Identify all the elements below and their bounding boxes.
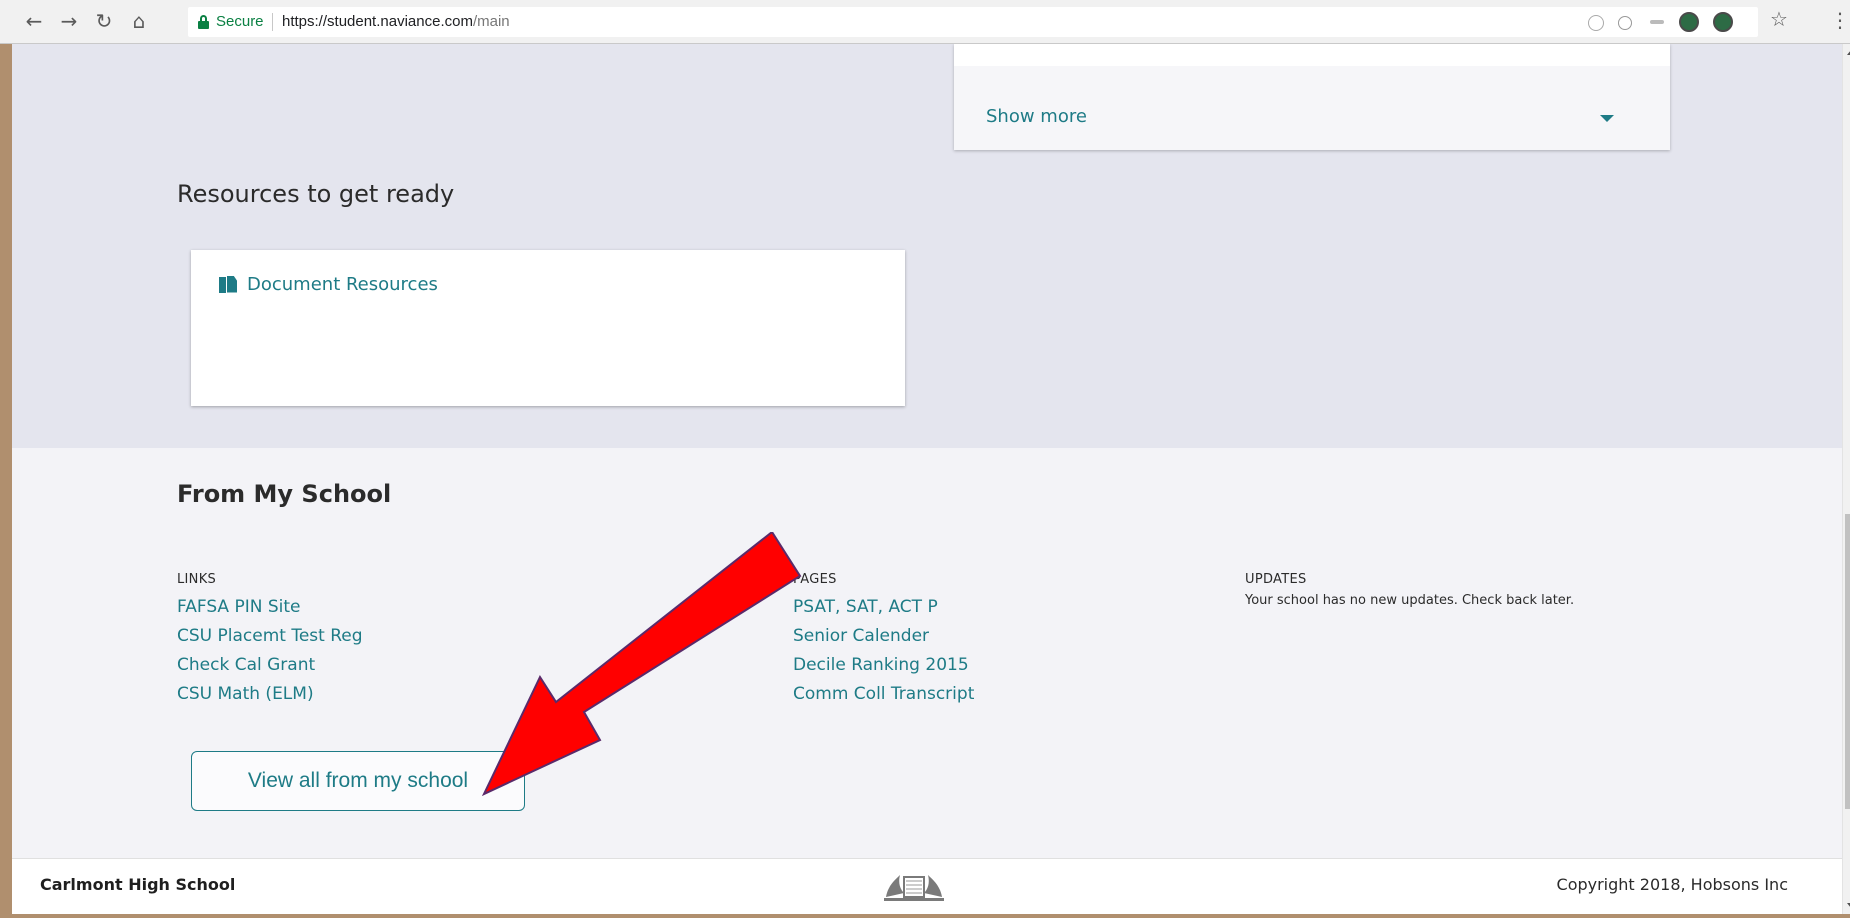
from-school-heading: From My School: [177, 480, 392, 508]
links-title: LINKS: [177, 572, 217, 587]
browser-toolbar: ← → ↻ ⌂ Secure https://student.naviance.…: [0, 0, 1850, 44]
reload-icon[interactable]: ↻: [92, 9, 116, 33]
page-item[interactable]: Decile Ranking 2015: [793, 651, 974, 680]
lock-icon: [198, 15, 209, 29]
back-icon[interactable]: ←: [22, 9, 46, 33]
main-section: Show more Resources to get ready Documen…: [12, 44, 1842, 448]
planner-card: Show more: [954, 44, 1670, 150]
forward-icon[interactable]: →: [57, 9, 81, 33]
document-resources-link[interactable]: Document Resources: [219, 274, 438, 295]
page-item[interactable]: PSAT, SAT, ACT P: [793, 593, 974, 622]
resources-card: Document Resources: [191, 250, 905, 406]
url-text[interactable]: https://student.naviance.com/main: [282, 13, 510, 30]
star-icon[interactable]: ☆: [1770, 7, 1788, 31]
omnibox-divider: [272, 13, 273, 31]
chevron-down-icon[interactable]: [1600, 115, 1614, 122]
footer-school-name: Carlmont High School: [40, 875, 236, 894]
page-item[interactable]: Senior Calender: [793, 622, 974, 651]
extension-dots-icon[interactable]: [1650, 20, 1664, 24]
extension-clock-icon[interactable]: [1588, 15, 1604, 31]
pages-column: PAGES PSAT, SAT, ACT P Senior Calender D…: [793, 572, 974, 709]
links-column: LINKS FAFSA PIN Site CSU Placemt Test Re…: [177, 572, 363, 709]
updates-title: UPDATES: [1245, 572, 1307, 587]
extension-circle-icon[interactable]: [1618, 16, 1632, 30]
document-resources-label: Document Resources: [247, 274, 438, 295]
page-scrollbar[interactable]: [1842, 44, 1850, 914]
menu-icon[interactable]: ⋮: [1830, 8, 1850, 32]
card-top-strip: [954, 44, 1670, 66]
lastpass-alt-icon[interactable]: [1713, 12, 1733, 32]
page-footer: Carlmont High School Copyright 2018, Hob…: [12, 858, 1842, 914]
scroll-thumb[interactable]: [1845, 514, 1850, 809]
page-item[interactable]: Comm Coll Transcript: [793, 680, 974, 709]
pages-title: PAGES: [793, 572, 837, 587]
secure-label: Secure: [216, 13, 264, 30]
annotation-arrow-icon: [481, 532, 802, 797]
address-bar[interactable]: Secure https://student.naviance.com/main: [188, 7, 1758, 37]
page-viewport: Show more Resources to get ready Documen…: [12, 44, 1850, 914]
footer-copyright: Copyright 2018, Hobsons Inc: [1556, 875, 1788, 894]
document-icon: [219, 275, 237, 294]
resources-heading: Resources to get ready: [177, 180, 455, 208]
show-more-link[interactable]: Show more: [986, 106, 1087, 127]
link-item[interactable]: Check Cal Grant: [177, 651, 363, 680]
link-item[interactable]: CSU Math (ELM): [177, 680, 363, 709]
updates-empty-text: Your school has no new updates. Check ba…: [1245, 593, 1575, 608]
home-icon[interactable]: ⌂: [127, 9, 151, 33]
link-item[interactable]: CSU Placemt Test Reg: [177, 622, 363, 651]
school-crest-icon: [884, 875, 944, 901]
updates-column: UPDATES Your school has no new updates. …: [1245, 572, 1574, 608]
lastpass-icon[interactable]: [1679, 12, 1699, 32]
link-item[interactable]: FAFSA PIN Site: [177, 593, 363, 622]
